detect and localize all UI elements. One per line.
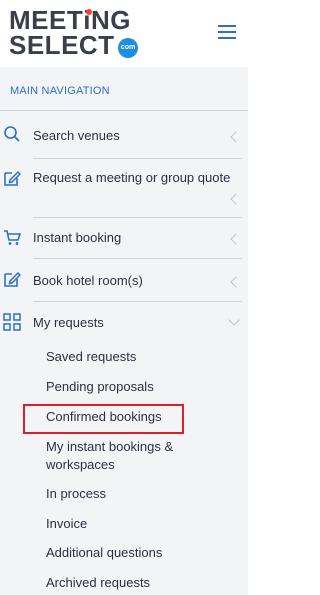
search-icon [4,126,20,142]
nav-section-title: MAIN NAVIGATION [10,85,110,97]
sidebar-item-my-requests[interactable]: My requests [0,305,248,341]
chevron-left-icon [229,194,239,204]
chevron-left-icon [229,234,239,244]
divider [33,217,242,218]
cart-icon [4,230,21,245]
com-badge: com [118,38,138,58]
chevron-left-icon [229,132,239,142]
sidebar-item-label: Instant booking [33,230,122,245]
app-header: MEETiNG SELECT com [0,0,248,67]
submenu-item-archived-requests[interactable]: Archived requests [46,575,150,590]
sidebar-item-request-quote[interactable]: Request a meeting or group quote [0,163,248,215]
chevron-left-icon [229,277,239,287]
sidebar-item-instant-booking[interactable]: Instant booking [0,219,248,257]
sidebar-item-label: My requests [33,315,104,330]
submenu-item-additional-questions[interactable]: Additional questions [46,545,162,560]
grid-icon [3,313,21,331]
submenu-item-saved-requests[interactable]: Saved requests [46,349,136,364]
brand-logo[interactable]: MEETiNG SELECT com [9,6,149,62]
sidebar-item-search-venues[interactable]: Search venues [0,117,248,157]
submenu-item-my-instant-bookings-cont[interactable]: workspaces [46,457,115,472]
submenu-item-my-instant-bookings[interactable]: My instant bookings & [46,439,173,454]
edit-icon [4,170,21,186]
highlight-box [23,404,184,434]
sidebar-item-label: Book hotel room(s) [33,273,143,288]
divider [33,301,242,302]
sidebar-item-label: Search venues [33,128,120,143]
sidebar-item-book-hotel-rooms[interactable]: Book hotel room(s) [0,261,248,301]
sidebar-item-label: Request a meeting or group quote [33,170,231,185]
divider [33,258,242,259]
hamburger-menu-icon[interactable] [218,25,236,39]
edit-icon [4,271,21,287]
divider [0,110,248,111]
submenu-item-pending-proposals[interactable]: Pending proposals [46,379,154,394]
chevron-down-icon [229,317,239,327]
sidebar: MAIN NAVIGATION Search venues Request a … [0,67,248,595]
submenu-item-in-process[interactable]: In process [46,486,106,501]
submenu-item-invoice[interactable]: Invoice [46,516,87,531]
divider [33,158,242,159]
logo-line-2: SELECT [9,30,115,60]
